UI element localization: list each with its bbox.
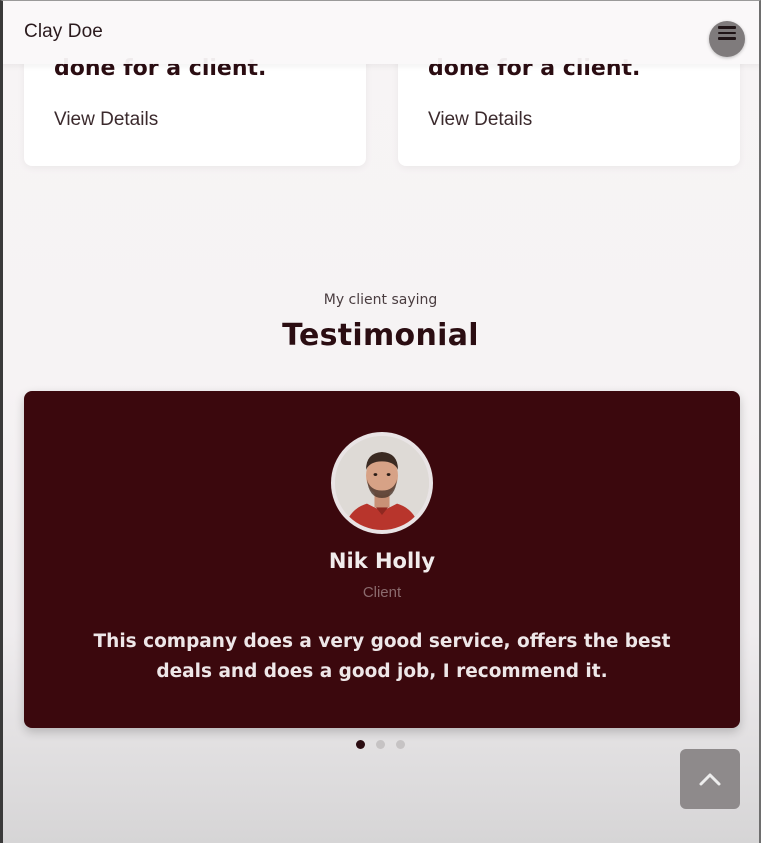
section-title: Testimonial (282, 318, 479, 353)
testimonial-role: Client (362, 584, 402, 601)
testimonial-card: Nik Holly Client This company does a ver… (24, 391, 740, 728)
site-header: Clay Doe (0, 0, 761, 64)
view-details-link[interactable]: View Details (428, 109, 532, 131)
view-details-link[interactable]: View Details (54, 109, 158, 131)
carousel-dot[interactable] (376, 740, 385, 749)
testimonial-name: Nik Holly (328, 549, 436, 573)
avatar (331, 432, 433, 534)
testimonial-quote: This company does a very good service, o… (93, 631, 671, 682)
carousel-dot[interactable] (396, 740, 405, 749)
menu-button[interactable] (709, 21, 745, 57)
carousel-dot[interactable] (356, 740, 365, 749)
hamburger-icon (718, 26, 736, 43)
chevron-up-icon (699, 773, 721, 786)
client-photo (335, 436, 429, 530)
carousel-pagination (356, 740, 416, 750)
back-to-top-button[interactable] (680, 749, 740, 809)
section-subtitle: My client saying (323, 292, 438, 308)
brand-name[interactable]: Clay Doe (24, 21, 103, 43)
